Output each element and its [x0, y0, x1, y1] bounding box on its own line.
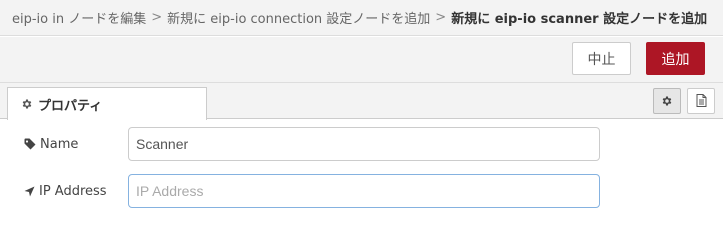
ip-address-label-text: IP Address — [39, 183, 107, 199]
name-row: Name — [24, 127, 604, 161]
name-label-text: Name — [40, 136, 79, 152]
tab-bar: プロパティ — [0, 83, 723, 120]
tab-properties[interactable]: プロパティ — [7, 87, 207, 120]
breadcrumb-item-edit-node[interactable]: eip-io in ノードを編集 — [12, 8, 146, 27]
name-label: Name — [24, 127, 124, 161]
gear-icon — [21, 98, 33, 110]
document-icon — [696, 92, 707, 111]
name-field[interactable] — [128, 127, 600, 161]
add-button[interactable]: 追加 — [646, 42, 705, 75]
dialog-toolbar: 中止 追加 — [0, 37, 723, 83]
ip-address-field[interactable] — [128, 174, 600, 208]
breadcrumb-item-connection-config[interactable]: 新規に eip-io connection 設定ノードを追加 — [167, 8, 430, 27]
tag-icon — [24, 138, 36, 150]
cancel-button[interactable]: 中止 — [572, 42, 631, 75]
location-arrow-icon — [24, 186, 35, 197]
settings-tab-button[interactable] — [653, 88, 681, 114]
ip-address-row: IP Address — [24, 174, 604, 208]
breadcrumb-separator: > — [435, 10, 447, 25]
ip-address-label: IP Address — [24, 174, 124, 208]
breadcrumb-separator: > — [151, 10, 163, 25]
gear-icon — [661, 92, 673, 111]
description-tab-button[interactable] — [687, 88, 715, 114]
breadcrumb: eip-io in ノードを編集 > 新規に eip-io connection… — [0, 0, 723, 36]
tab-properties-label: プロパティ — [38, 98, 103, 114]
page-title: 新規に eip-io scanner 設定ノードを追加 — [451, 12, 708, 27]
